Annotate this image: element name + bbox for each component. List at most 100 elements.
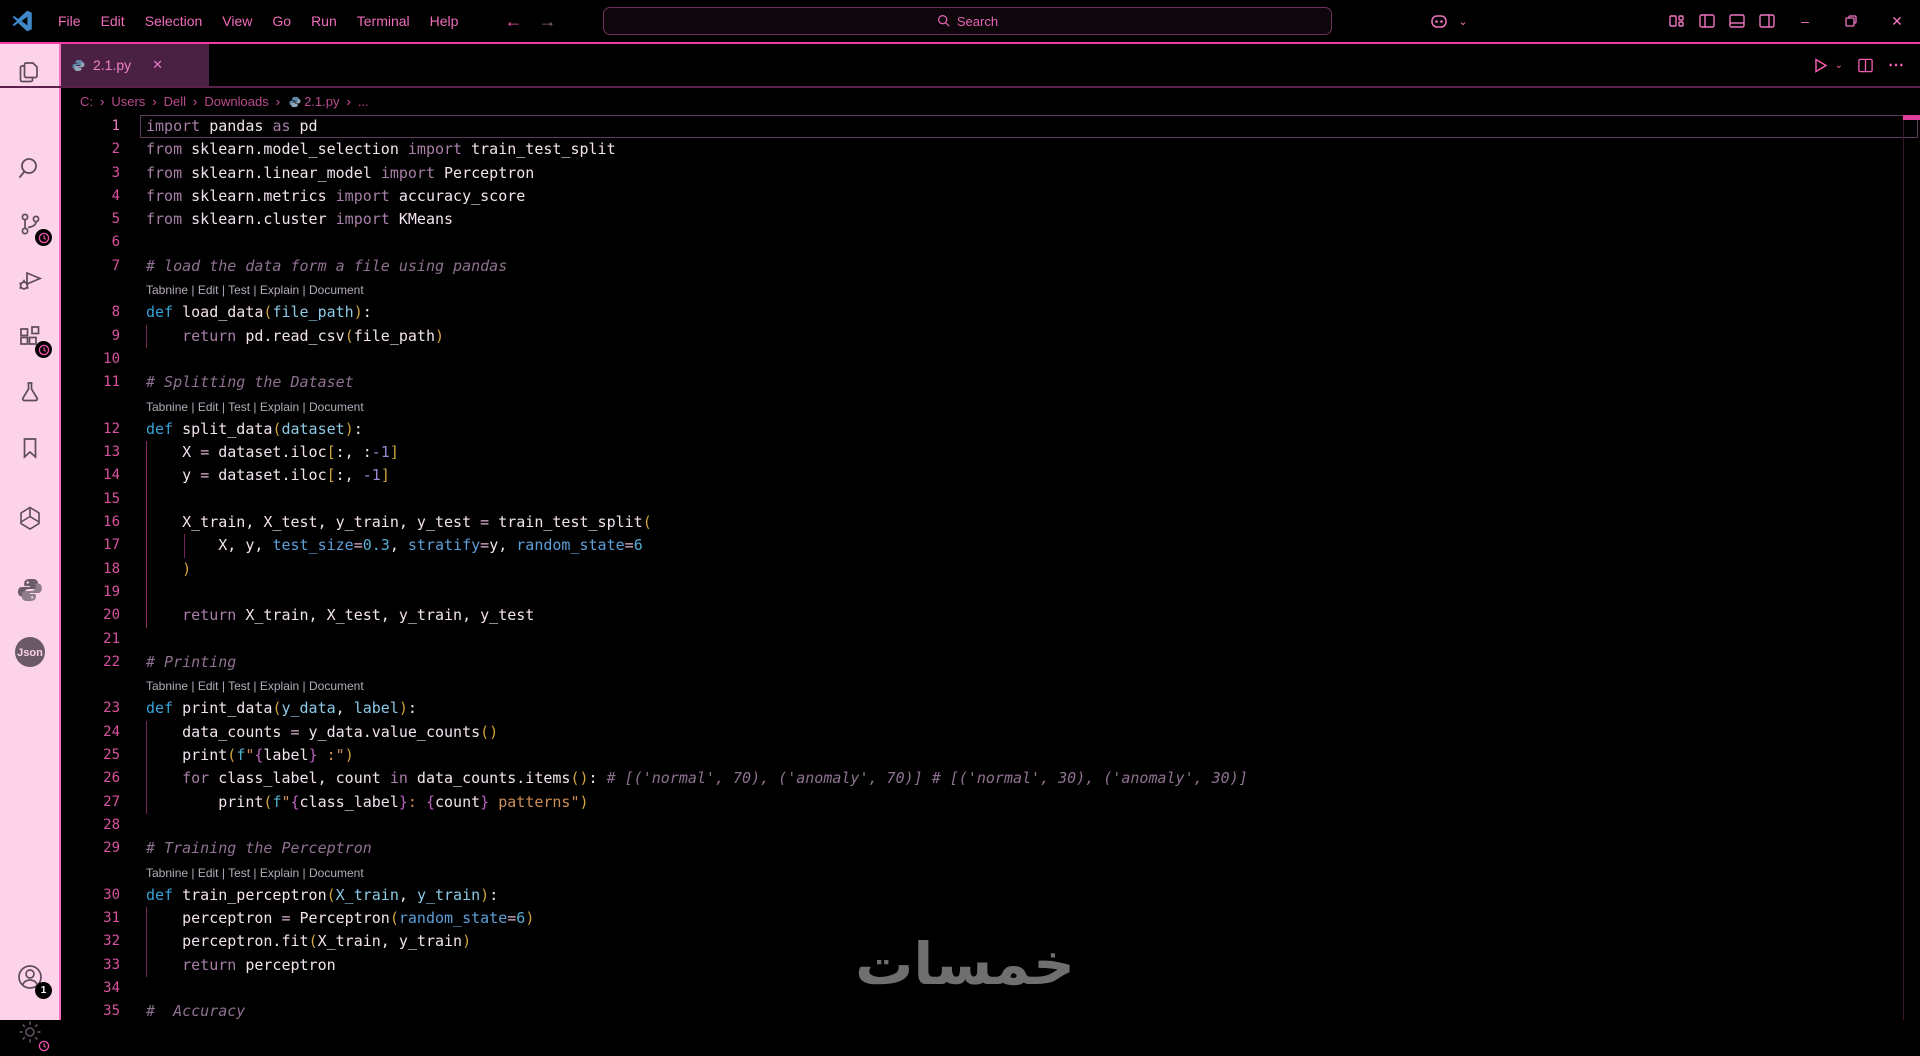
tab-close-icon[interactable]: ✕	[152, 57, 163, 73]
code-line[interactable]: 34	[61, 977, 1920, 1000]
code-line[interactable]: 6	[61, 231, 1920, 254]
nav-back-icon[interactable]: ←	[504, 11, 522, 32]
code-line[interactable]: 11 # Splitting the Dataset	[61, 371, 1920, 394]
line-number: 7	[111, 257, 120, 274]
toggle-secondary-sidebar-icon[interactable]	[1752, 0, 1782, 42]
package-hexagon-icon	[19, 506, 40, 530]
title-bar: File Edit Selection View Go Run Terminal Help ←…	[0, 0, 1920, 42]
code-line[interactable]: 24 data_counts = y_data.value_counts()	[61, 721, 1920, 744]
code-line[interactable]: 35 # Accuracy	[61, 1000, 1920, 1023]
codelens[interactable]: Tabnine | Edit | Test | Explain | Docume…	[61, 395, 1920, 418]
close-button[interactable]: ✕	[1874, 0, 1920, 42]
search-box[interactable]: Search	[603, 7, 1332, 35]
account-button[interactable]: 1	[0, 953, 59, 1001]
code-line[interactable]: 10	[61, 348, 1920, 371]
customize-layout-icon[interactable]	[1662, 0, 1692, 42]
code-line[interactable]: 21	[61, 628, 1920, 651]
code-line[interactable]: 31 perceptron = Perceptron(random_state=…	[61, 907, 1920, 930]
sidebar-item-bookmarks[interactable]	[0, 424, 59, 472]
nav-forward-icon[interactable]: →	[538, 11, 556, 32]
code-line[interactable]: 17 X, y, test_size=0.3, stratify=y, rand…	[61, 534, 1920, 557]
code-editor[interactable]: خمسات 1 import pandas as pd 2 from sklearn.…	[61, 115, 1920, 1020]
breadcrumb-symbol-tail[interactable]: ...	[358, 94, 369, 109]
settings-button[interactable]	[0, 1008, 59, 1056]
code-line[interactable]: 32 perceptron.fit(X_train, y_train)	[61, 930, 1920, 953]
line-number: 9	[111, 327, 120, 344]
menu-view[interactable]: View	[212, 0, 262, 42]
codelens[interactable]: Tabnine | Edit | Test | Explain | Docume…	[61, 674, 1920, 697]
sidebar-item-run-debug[interactable]	[0, 256, 59, 304]
code-line[interactable]: 15	[61, 488, 1920, 511]
code-line[interactable]: 27 print(f"{class_label}: {count} patter…	[61, 791, 1920, 814]
breadcrumb-item[interactable]: Users	[111, 94, 145, 109]
split-editor-button[interactable]	[1857, 57, 1874, 74]
line-number: 21	[103, 630, 120, 647]
code-line[interactable]: 29 # Training the Perceptron	[61, 837, 1920, 860]
code-line[interactable]: 18 )	[61, 558, 1920, 581]
code-line[interactable]: 14 y = dataset.iloc[:, -1]	[61, 464, 1920, 487]
copilot-icon[interactable]	[1424, 0, 1454, 42]
sidebar-item-explorer[interactable]	[0, 48, 59, 96]
breadcrumb-item[interactable]: Downloads	[204, 94, 268, 109]
menu-help[interactable]: Help	[420, 0, 469, 42]
menu-selection[interactable]: Selection	[135, 0, 213, 42]
sidebar-item-json[interactable]: Json	[0, 628, 59, 676]
line-number: 20	[103, 607, 120, 624]
explorer-icon	[19, 62, 38, 83]
sidebar-item-search[interactable]	[0, 144, 59, 192]
sidebar-item-source-control[interactable]	[0, 200, 59, 248]
sidebar-item-extensions[interactable]	[0, 312, 59, 360]
code-line[interactable]: 16 X_train, X_test, y_train, y_test = tr…	[61, 511, 1920, 534]
bookmark-icon	[23, 438, 36, 459]
code-line[interactable]: 19	[61, 581, 1920, 604]
sidebar-item-package[interactable]	[0, 494, 59, 542]
code-line[interactable]: 28	[61, 814, 1920, 837]
breadcrumb[interactable]: C: › Users › Dell › Downloads › 2.1.py ›...	[61, 88, 1920, 115]
code-line[interactable]: 33 return perceptron	[61, 954, 1920, 977]
minimize-button[interactable]: –	[1782, 0, 1828, 42]
code-line[interactable]: 4 from sklearn.metrics import accuracy_sc…	[61, 185, 1920, 208]
code-line[interactable]: 3 from sklearn.linear_model import Percep…	[61, 162, 1920, 185]
code-line[interactable]: 30 def train_perceptron(X_train, y_train)…	[61, 884, 1920, 907]
sidebar-item-testing[interactable]	[0, 368, 59, 416]
code-line[interactable]: 2 from sklearn.model_selection import tra…	[61, 138, 1920, 161]
code-line[interactable]: 22 # Printing	[61, 651, 1920, 674]
toggle-primary-sidebar-icon[interactable]	[1692, 0, 1722, 42]
code-line[interactable]: 5 from sklearn.cluster import KMeans	[61, 208, 1920, 231]
menu-file[interactable]: File	[48, 0, 91, 42]
breadcrumb-file[interactable]: 2.1.py	[304, 94, 339, 109]
menu-run[interactable]: Run	[301, 0, 347, 42]
menu-edit[interactable]: Edit	[91, 0, 135, 42]
line-number: 35	[103, 1003, 120, 1020]
breadcrumb-item[interactable]: Dell	[164, 94, 186, 109]
run-dropdown-icon[interactable]: ⌄	[1835, 60, 1843, 71]
code-line[interactable]: 23 def print_data(y_data, label):	[61, 697, 1920, 720]
code-line[interactable]: 13 X = dataset.iloc[:, :-1]	[61, 441, 1920, 464]
code-line[interactable]: 12 def split_data(dataset):	[61, 418, 1920, 441]
line-number: 4	[111, 187, 120, 204]
code-line[interactable]: 20 return X_train, X_test, y_train, y_te…	[61, 604, 1920, 627]
line-number: 29	[103, 840, 120, 857]
more-actions-button[interactable]: ⋯	[1888, 55, 1906, 75]
search-sidebar-icon	[18, 158, 37, 179]
line-number: 10	[103, 350, 120, 367]
code-line[interactable]: 1 import pandas as pd	[61, 115, 1920, 138]
toggle-panel-icon[interactable]	[1722, 0, 1752, 42]
code-line[interactable]: 8 def load_data(file_path):	[61, 301, 1920, 324]
codelens[interactable]: Tabnine | Edit | Test | Explain | Docume…	[61, 278, 1920, 301]
tab-file[interactable]: 2.1.py ✕	[61, 44, 209, 86]
breadcrumb-item[interactable]: C:	[80, 94, 93, 109]
copilot-chevron-down-icon[interactable]: ⌄	[1454, 0, 1472, 42]
code-line[interactable]: 25 print(f"{label} :")	[61, 744, 1920, 767]
run-button[interactable]	[1812, 57, 1829, 74]
line-number: 5	[111, 211, 120, 228]
line-number: 32	[103, 933, 120, 950]
code-line[interactable]: 9 return pd.read_csv(file_path)	[61, 325, 1920, 348]
menu-go[interactable]: Go	[262, 0, 301, 42]
restore-button[interactable]	[1828, 0, 1874, 42]
codelens[interactable]: Tabnine | Edit | Test | Explain | Docume…	[61, 861, 1920, 884]
code-line[interactable]: 26 for class_label, count in data_counts…	[61, 767, 1920, 790]
menu-terminal[interactable]: Terminal	[347, 0, 420, 42]
code-line[interactable]: 7 # load the data form a file using panda…	[61, 255, 1920, 278]
sidebar-item-python[interactable]	[0, 566, 59, 614]
